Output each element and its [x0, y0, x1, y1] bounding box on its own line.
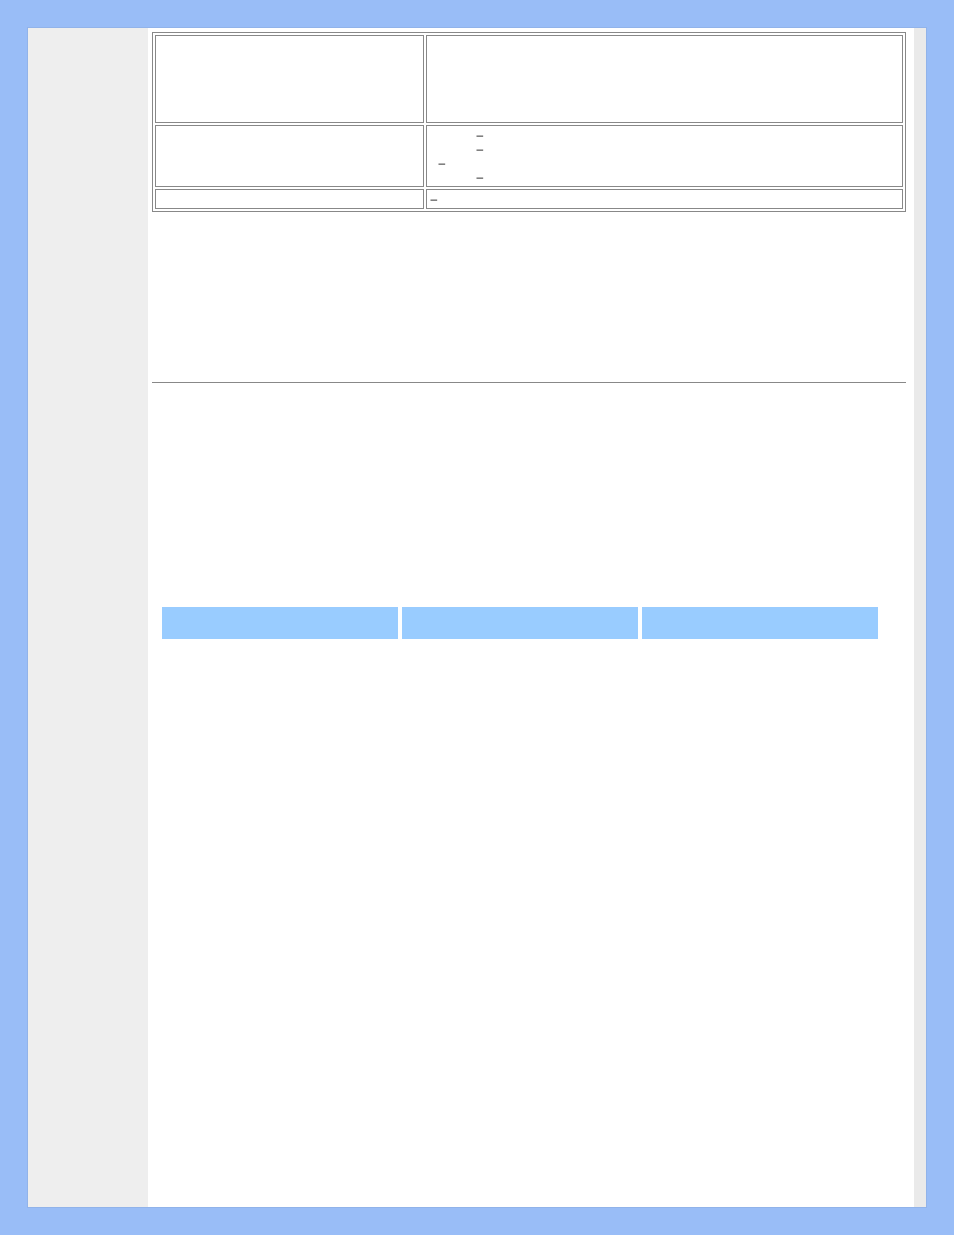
tab[interactable] [162, 607, 398, 639]
tabs-row [158, 603, 882, 643]
page-frame: – [28, 28, 926, 1207]
table-row [155, 125, 903, 187]
cell-value [426, 35, 903, 123]
cell-value [426, 125, 903, 187]
cell-label [155, 125, 424, 187]
tab[interactable] [402, 607, 638, 639]
table-row: – [155, 189, 903, 209]
list-item [459, 128, 898, 142]
list-item [439, 156, 898, 170]
cell-value: – [426, 189, 903, 209]
main-content: – [148, 28, 914, 1207]
sub-list [431, 128, 898, 184]
tab[interactable] [642, 607, 878, 639]
list-item [459, 170, 898, 184]
list-item [459, 142, 898, 156]
data-table: – [152, 32, 906, 212]
cell-label [155, 189, 424, 209]
sidebar [28, 28, 148, 1207]
table-row [155, 35, 903, 123]
cell-label [155, 35, 424, 123]
separator [152, 382, 906, 383]
right-gutter [914, 28, 926, 1207]
